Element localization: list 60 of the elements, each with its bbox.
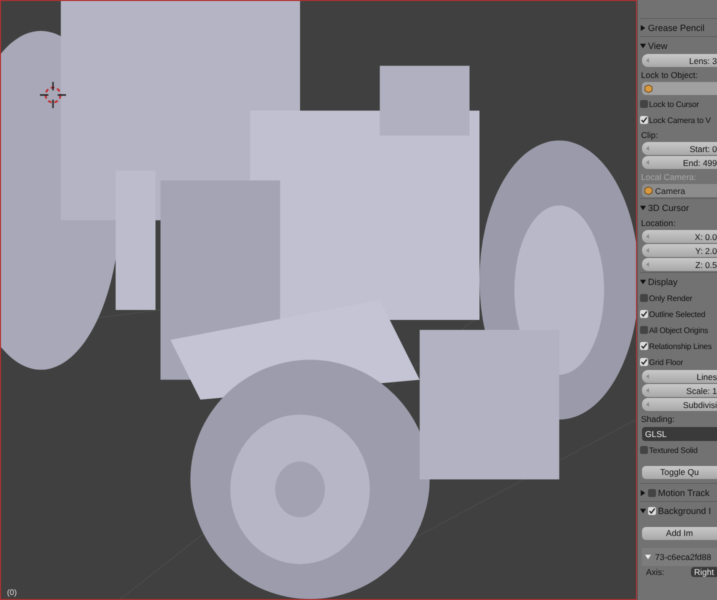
cube-icon [644,186,653,195]
checkmark-icon [648,506,656,514]
checkbox[interactable]: Grid Floor [640,354,717,370]
panel-title[interactable]: 3D Cursor [648,202,690,212]
number-field[interactable]: Lens: 3 [642,54,717,67]
checkbox[interactable]: Textured Solid [640,442,717,458]
viewport[interactable]: (0) [0,0,637,600]
left-arrow-icon[interactable] [646,58,649,63]
shading-dropdown[interactable]: GLSL [642,427,717,441]
triangle-icon[interactable] [640,24,646,30]
number-field[interactable]: End: 499 [642,156,717,169]
checkmark-icon [640,116,648,124]
checkbox[interactable]: All Object Origins [640,322,717,338]
triangle-icon[interactable] [640,204,646,210]
left-arrow-icon[interactable] [646,160,649,165]
checkbox[interactable]: Lock Camera to V [640,112,717,128]
triangle-icon[interactable] [640,42,646,48]
field-label: Location: [640,217,676,230]
triangle-icon[interactable] [640,508,646,514]
left-arrow-icon[interactable] [646,388,649,393]
triangle-icon [645,554,651,560]
field-label: Clip: [640,129,660,142]
panel-title[interactable]: Display [648,276,678,286]
panel-title[interactable]: Grease Pencil [648,22,705,32]
panel-title[interactable]: Background I [658,506,712,516]
checkbox[interactable] [648,488,656,496]
number-field[interactable]: Y: 2.0 [642,244,717,257]
checkmark-icon [640,310,648,318]
checkbox[interactable]: Only Render [640,290,717,306]
number-field[interactable]: X: 0.0 [642,230,717,243]
field-label: Shading: [640,413,676,426]
triangle-icon[interactable] [640,490,646,496]
image-item[interactable]: 73-c6eca2fd88 [642,548,717,566]
axis-dropdown[interactable]: Right [691,567,717,577]
panel-button[interactable]: Add Im [642,527,717,540]
3d-cursor-icon[interactable] [39,81,67,109]
field-label: Lock to Object: [640,69,699,82]
left-arrow-icon[interactable] [646,248,649,253]
number-field[interactable]: Z: 0.5 [642,258,717,271]
checkbox[interactable] [648,506,656,514]
left-arrow-icon[interactable] [646,262,649,267]
object-field[interactable] [642,82,717,95]
number-field[interactable]: Start: 0 [642,142,717,155]
number-field[interactable]: Subdivisi [642,398,717,411]
panel-title[interactable]: View [648,40,668,50]
left-arrow-icon[interactable] [646,402,649,407]
checkbox[interactable]: Lock to Cursor [640,96,717,112]
field-label: Axis: [646,567,664,577]
number-field[interactable]: Lines [642,370,717,383]
triangle-icon[interactable] [640,278,646,284]
panel-button[interactable]: Toggle Qu [642,466,717,479]
cube-icon [644,84,653,93]
number-field[interactable]: Scale: 1 [642,384,717,397]
panel-title[interactable]: Motion Track [658,488,710,498]
left-arrow-icon[interactable] [646,146,649,151]
left-arrow-icon[interactable] [646,374,649,379]
checkbox[interactable]: Relationship Lines [640,338,717,354]
frame-label: (0) [7,588,17,597]
checkbox[interactable]: Outline Selected [640,306,717,322]
left-arrow-icon[interactable] [646,234,649,239]
